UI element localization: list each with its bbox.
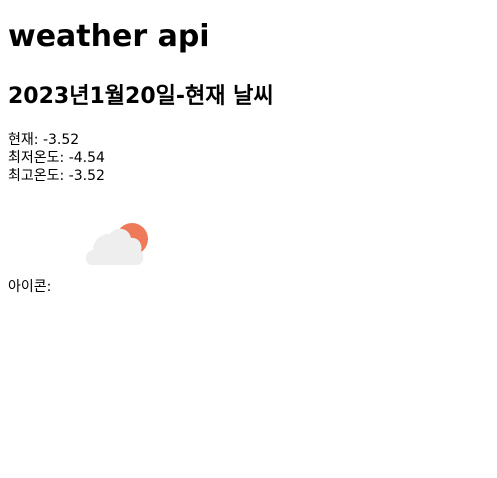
page-title: weather api — [8, 19, 210, 54]
page-subtitle: 2023년1월20일-현재 날씨 — [8, 84, 274, 109]
icon-label: 아이콘: — [8, 279, 52, 295]
weather-page: weather api 2023년1월20일-현재 날씨 현재: -3.52 최… — [0, 0, 497, 478]
max-temp-value: -3.52 — [68, 168, 105, 184]
max-temp-row: 최고온도: -3.52 — [8, 167, 105, 185]
icon-row: 아이콘: — [8, 212, 208, 302]
min-temp-row: 최저온도: -4.54 — [8, 149, 105, 167]
max-temp-label: 최고온도: — [8, 168, 69, 184]
weather-readings: 현재: -3.52 최저온도: -4.54 최고온도: -3.52 — [8, 131, 105, 185]
min-temp-label: 최저온도: — [8, 150, 69, 166]
current-temp-label: 현재: — [8, 132, 43, 148]
current-temp-row: 현재: -3.52 — [8, 131, 105, 149]
min-temp-value: -4.54 — [68, 150, 105, 166]
partly-cloudy-icon — [85, 223, 148, 265]
current-temp-value: -3.52 — [42, 132, 80, 148]
